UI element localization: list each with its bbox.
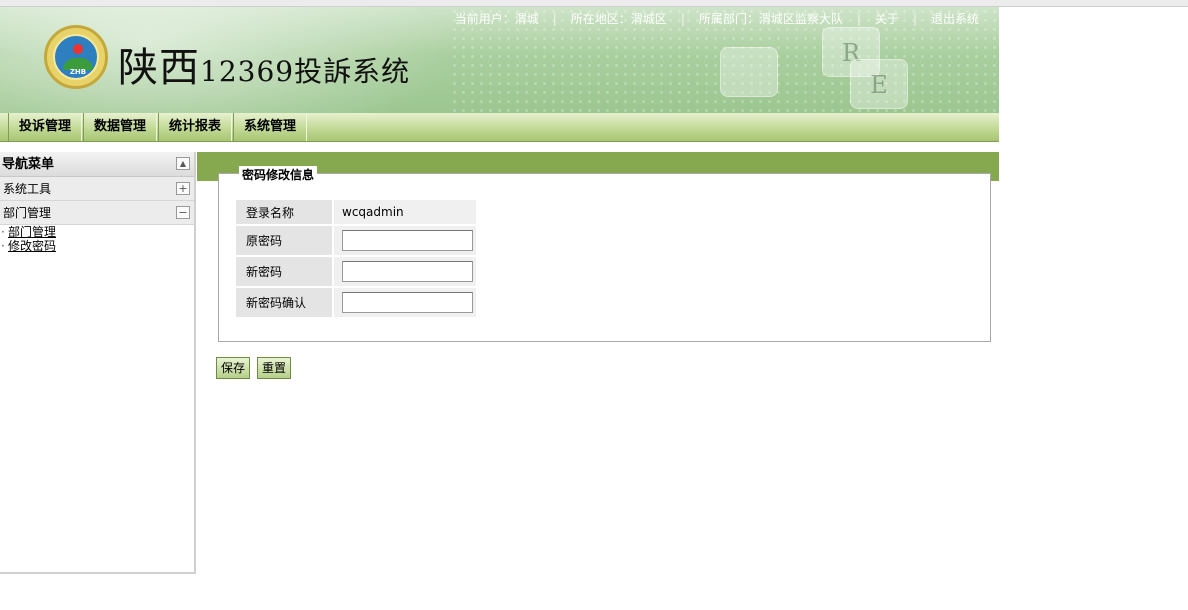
logout-link[interactable]: 退出系统 bbox=[931, 12, 979, 26]
main-nav: 投诉管理 数据管理 统计报表 系统管理 bbox=[0, 113, 999, 142]
form-row-new-password: 新密码 bbox=[236, 257, 476, 286]
nav-item-complaint-management[interactable]: 投诉管理 bbox=[8, 113, 83, 141]
logo-text: ZHB bbox=[69, 68, 87, 76]
form-row-confirm-password: 新密码确认 bbox=[236, 288, 476, 317]
save-button[interactable]: 保存 bbox=[216, 357, 251, 379]
zhb-logo: ZHB bbox=[44, 25, 108, 89]
sidebar-link-department-management[interactable]: 部门管理 bbox=[0, 225, 194, 239]
system-title: 陕西12369投訴系统 bbox=[118, 35, 410, 93]
sidebar-title: 导航菜单 bbox=[2, 157, 55, 172]
system-title-main: 陕西 bbox=[118, 45, 200, 91]
about-link[interactable]: 关于 bbox=[875, 12, 899, 26]
separator: | bbox=[856, 12, 861, 26]
new-password-label: 新密码 bbox=[236, 257, 332, 286]
old-password-label: 原密码 bbox=[236, 226, 332, 255]
fieldset-legend: 密码修改信息 bbox=[239, 166, 318, 183]
reset-button[interactable]: 重置 bbox=[257, 357, 292, 379]
logo-sun-icon bbox=[73, 44, 83, 54]
new-password-input[interactable] bbox=[342, 261, 473, 282]
key-blank-decoration bbox=[720, 47, 778, 97]
sidebar: 导航菜单 ▲ 系统工具 + 部门管理 − 部门管理 修改密码 bbox=[0, 152, 196, 574]
sidebar-collapse-icon[interactable]: ▲ bbox=[176, 157, 190, 170]
confirm-password-input[interactable] bbox=[342, 292, 473, 313]
password-change-fieldset: 密码修改信息 登录名称 wcqadmin 原密码 新密码 新密码确认 bbox=[218, 166, 991, 342]
current-department: 所属部门：渭城区监察大队 bbox=[698, 12, 843, 26]
sidebar-group-label: 系统工具 bbox=[3, 182, 52, 196]
login-name-label: 登录名称 bbox=[236, 200, 332, 224]
separator: | bbox=[912, 12, 917, 26]
login-name-value: wcqadmin bbox=[334, 200, 476, 224]
separator: | bbox=[552, 12, 557, 26]
collapse-minus-icon[interactable]: − bbox=[176, 206, 190, 219]
key-e-decoration: E bbox=[850, 59, 908, 109]
nav-item-data-management[interactable]: 数据管理 bbox=[83, 113, 158, 141]
system-title-rest: 12369投訴系统 bbox=[200, 55, 411, 88]
separator: | bbox=[680, 12, 685, 26]
logo-emblem: ZHB bbox=[53, 34, 99, 80]
sidebar-group-label: 部门管理 bbox=[3, 206, 52, 220]
browser-top-strip bbox=[0, 0, 1188, 7]
sidebar-group-system-tools[interactable]: 系统工具 + bbox=[0, 177, 194, 201]
current-region: 所在地区：渭城区 bbox=[570, 12, 667, 26]
sidebar-header: 导航菜单 ▲ bbox=[0, 152, 194, 177]
confirm-password-label: 新密码确认 bbox=[236, 288, 332, 317]
header-banner: R E ZHB 陕西12369投訴系统 当前用户：渭城 | 所在地区：渭城区 | 所属部… bbox=[0, 7, 999, 113]
banner-keyboard-decoration: R E bbox=[600, 17, 999, 113]
sidebar-group-department-management[interactable]: 部门管理 − bbox=[0, 201, 194, 225]
current-user: 当前用户：渭城 bbox=[454, 12, 539, 26]
password-form-table: 登录名称 wcqadmin 原密码 新密码 新密码确认 bbox=[236, 198, 476, 319]
user-info-bar: 当前用户：渭城 | 所在地区：渭城区 | 所属部门：渭城区监察大队 | 关于 | 退出系统 bbox=[449, 10, 985, 27]
sidebar-link-change-password[interactable]: 修改密码 bbox=[0, 239, 194, 253]
old-password-input[interactable] bbox=[342, 230, 473, 251]
nav-item-statistics-reports[interactable]: 统计报表 bbox=[158, 113, 233, 141]
expand-plus-icon[interactable]: + bbox=[176, 182, 190, 195]
form-row-login-name: 登录名称 wcqadmin bbox=[236, 200, 476, 224]
form-row-old-password: 原密码 bbox=[236, 226, 476, 255]
nav-item-system-management[interactable]: 系统管理 bbox=[233, 113, 308, 141]
